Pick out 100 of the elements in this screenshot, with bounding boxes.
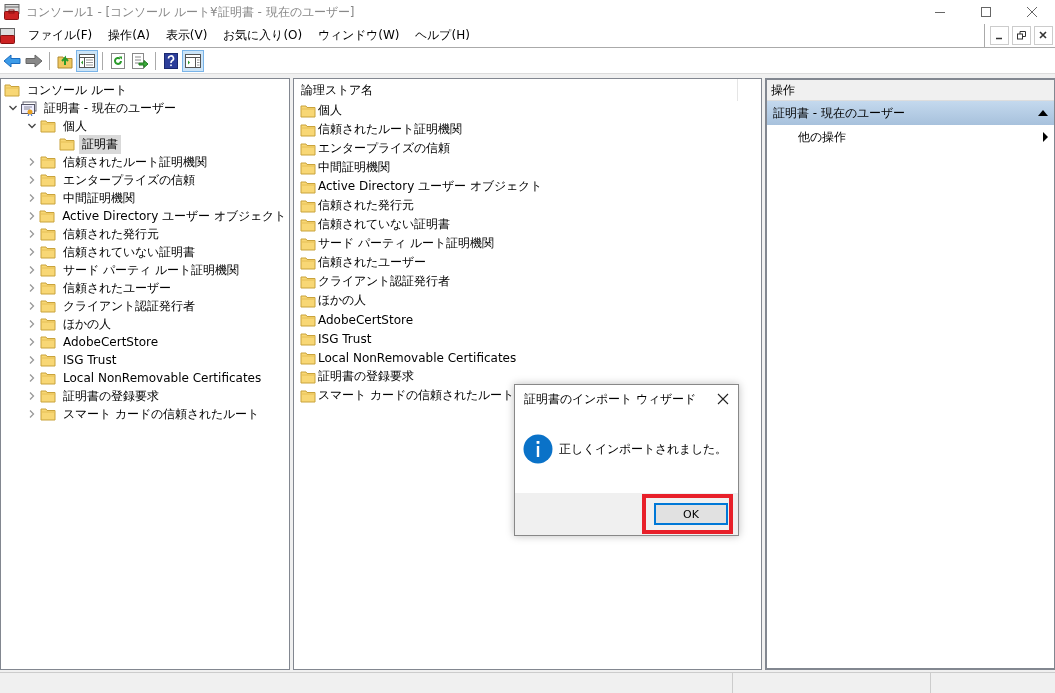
- folder-icon: [40, 263, 56, 277]
- tree-item[interactable]: 証明書 - 現在のユーザー: [41, 98, 179, 118]
- folder-icon: [40, 281, 56, 295]
- tree-item[interactable]: コンソール ルート: [24, 80, 130, 100]
- list-item[interactable]: 信頼された発行元: [318, 197, 414, 214]
- list-item[interactable]: クライアント認証発行者: [318, 273, 450, 290]
- tree-pane-icon[interactable]: [76, 49, 98, 72]
- close-icon: [1039, 31, 1048, 40]
- submenu-arrow-icon: [1043, 132, 1048, 142]
- tree-item[interactable]: 個人: [60, 116, 90, 136]
- tree-item[interactable]: クライアント認証発行者: [60, 296, 198, 316]
- folder-icon: [300, 350, 316, 365]
- menu-item[interactable]: ヘルプ(H): [407, 25, 478, 46]
- menu-item[interactable]: 操作(A): [100, 25, 158, 46]
- list-item[interactable]: サード パーティ ルート証明機関: [318, 235, 494, 252]
- folder-icon: [40, 335, 56, 349]
- folder-icon: [300, 217, 316, 232]
- list-item[interactable]: 信頼されていない証明書: [318, 216, 450, 233]
- folder-icon: [40, 245, 56, 259]
- folder-icon: [300, 293, 316, 308]
- folder-icon: [40, 227, 56, 241]
- close-button[interactable]: [716, 392, 730, 406]
- information-icon: [523, 434, 553, 464]
- folder-icon: [40, 353, 56, 367]
- folder-icon: [300, 236, 316, 251]
- menu-item[interactable]: ファイル(F): [20, 25, 101, 46]
- list-item[interactable]: 個人: [318, 102, 342, 119]
- list-item[interactable]: Local NonRemovable Certificates: [318, 350, 517, 365]
- folder-icon: [300, 141, 316, 156]
- dialog-message: 正しくインポートされました。: [559, 440, 727, 458]
- tree-item[interactable]: 信頼されていない証明書: [60, 242, 198, 262]
- restore-button[interactable]: [1012, 26, 1031, 45]
- ok-button[interactable]: OK: [654, 503, 728, 525]
- folder-icon: [40, 407, 56, 421]
- tree-item[interactable]: Active Directory ユーザー オブジェクト: [59, 206, 289, 226]
- tree-item[interactable]: 中間証明機関: [60, 188, 138, 208]
- document-icon: [0, 27, 16, 44]
- restore-icon: [1017, 31, 1026, 40]
- list-item[interactable]: 信頼されたルート証明機関: [318, 121, 462, 138]
- app-icon: [4, 4, 22, 20]
- tree-item[interactable]: ほかの人: [60, 314, 114, 334]
- section-title: 証明書 - 現在のユーザー: [773, 104, 905, 122]
- tree-item[interactable]: 信頼されたユーザー: [60, 278, 174, 298]
- folder-icon: [300, 179, 316, 194]
- tree-item[interactable]: Local NonRemovable Certificates: [60, 370, 265, 386]
- folder-icon: [40, 155, 56, 169]
- folder-icon: [300, 255, 316, 270]
- folder-icon: [40, 173, 56, 187]
- folder-icon: [300, 122, 316, 137]
- folder-icon: [4, 83, 20, 97]
- folder-icon: [300, 312, 316, 327]
- tree-item[interactable]: AdobeCertStore: [60, 334, 162, 350]
- tree-item[interactable]: 信頼された発行元: [60, 224, 162, 244]
- folder-icon: [300, 198, 316, 213]
- folder-icon: [40, 317, 56, 331]
- window-title: コンソール1 - [コンソール ルート¥証明書 - 現在のユーザー]: [26, 3, 356, 21]
- action-pane-icon[interactable]: [182, 49, 204, 72]
- folder-icon: [40, 119, 56, 133]
- maximize-icon: [981, 7, 991, 17]
- tree-item[interactable]: スマート カードの信頼されたルート: [60, 404, 262, 424]
- tree-item[interactable]: 証明書の登録要求: [60, 386, 162, 406]
- list-item[interactable]: ほかの人: [318, 292, 366, 309]
- menu-item[interactable]: 表示(V): [157, 25, 216, 46]
- menu-item[interactable]: ウィンドウ(W): [310, 25, 408, 46]
- folder-icon: [300, 274, 316, 289]
- column-header[interactable]: 論理ストア名: [294, 79, 738, 101]
- menu-item[interactable]: お気に入り(O): [215, 25, 311, 46]
- tree-item[interactable]: エンタープライズの信頼: [60, 170, 198, 190]
- list-item[interactable]: 信頼されたユーザー: [318, 254, 426, 271]
- folder-icon: [39, 209, 56, 223]
- folder-icon: [40, 389, 56, 403]
- close-icon: [1027, 7, 1037, 17]
- list-item[interactable]: エンタープライズの信頼: [318, 140, 450, 157]
- action-section-header[interactable]: 証明書 - 現在のユーザー: [767, 101, 1054, 125]
- close-icon: [717, 393, 729, 405]
- folder-icon: [300, 388, 316, 403]
- folder-icon: [300, 160, 316, 175]
- list-item[interactable]: ISG Trust: [318, 331, 372, 346]
- list-item[interactable]: スマート カードの信頼されたルート: [318, 387, 514, 404]
- folder-icon: [59, 137, 75, 151]
- list-item[interactable]: 証明書の登録要求: [318, 368, 414, 385]
- folder-icon: [300, 103, 316, 118]
- list-item[interactable]: Active Directory ユーザー オブジェクト: [318, 178, 542, 195]
- tree-item[interactable]: 証明書: [79, 134, 121, 154]
- action-label: 他の操作: [798, 128, 846, 146]
- dialog-title: 証明書のインポート ウィザード: [524, 390, 696, 408]
- folder-icon: [40, 191, 56, 205]
- tree-item[interactable]: 信頼されたルート証明機関: [60, 152, 210, 172]
- pane-header: 操作: [767, 80, 1054, 101]
- folder-icon: [40, 371, 56, 385]
- list-item[interactable]: 中間証明機関: [318, 159, 390, 176]
- list-item[interactable]: AdobeCertStore: [318, 312, 414, 327]
- action-item[interactable]: 他の操作: [767, 125, 1054, 149]
- tree-item[interactable]: ISG Trust: [60, 352, 120, 368]
- folder-icon: [40, 299, 56, 313]
- folder-icon: [300, 369, 316, 384]
- tree-item[interactable]: サード パーティ ルート証明機関: [60, 260, 242, 280]
- collapse-triangle-icon[interactable]: [1038, 110, 1048, 116]
- certificate-store-icon: [21, 100, 37, 116]
- folder-icon: [300, 331, 316, 346]
